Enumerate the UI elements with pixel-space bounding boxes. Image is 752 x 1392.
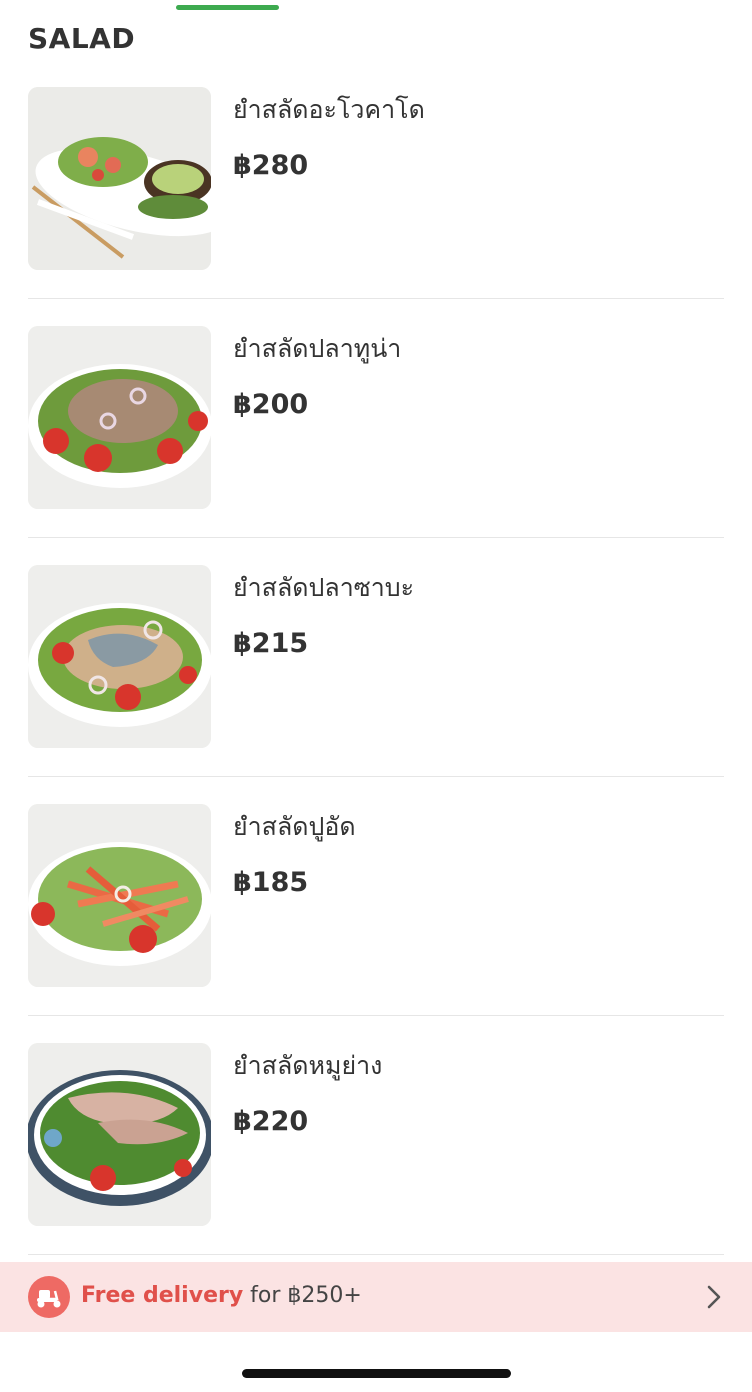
menu-item[interactable]: ยำสลัดปลาทูน่า ฿200 (0, 301, 752, 540)
dish-name: ยำสลัดปูอัด (233, 812, 356, 841)
menu-item[interactable]: ยำสลัดหมูย่าง ฿220 (0, 1018, 752, 1257)
home-indicator[interactable] (242, 1369, 511, 1378)
divider (28, 1254, 724, 1255)
dish-image (28, 87, 211, 270)
divider (28, 1015, 724, 1016)
dish-image (28, 1043, 211, 1226)
dish-price: ฿200 (233, 389, 309, 420)
free-delivery-banner[interactable]: Free delivery for ฿250+ (0, 1262, 752, 1332)
dish-image (28, 326, 211, 509)
dish-name: ยำสลัดปลาซาบะ (233, 573, 415, 602)
menu-item[interactable]: ยำสลัดปูอัด ฿185 (0, 779, 752, 1018)
dish-price: ฿220 (233, 1106, 309, 1137)
promo-highlight: Free delivery (81, 1283, 244, 1308)
section-title: SALAD (28, 22, 136, 55)
dish-price: ฿280 (233, 150, 309, 181)
dish-name: ยำสลัดหมูย่าง (233, 1051, 383, 1080)
divider (28, 537, 724, 538)
dish-price: ฿215 (233, 628, 309, 659)
divider (28, 776, 724, 777)
dish-name: ยำสลัดอะโวคาโด (233, 95, 425, 124)
menu-page: SALAD ยำสลัดอะโวคาโด ฿280 ยำสลัดปลาทูน่า… (0, 0, 752, 1392)
dish-image (28, 565, 211, 748)
dish-price: ฿185 (233, 867, 309, 898)
dish-name: ยำสลัดปลาทูน่า (233, 334, 402, 363)
menu-list: ยำสลัดอะโวคาโด ฿280 ยำสลัดปลาทูน่า ฿200 … (0, 62, 752, 1257)
menu-item[interactable]: ยำสลัดปลาซาบะ ฿215 (0, 540, 752, 779)
promo-condition: for ฿250+ (243, 1283, 362, 1308)
divider (28, 298, 724, 299)
promo-text: Free delivery for ฿250+ (81, 1283, 362, 1308)
dish-image (28, 804, 211, 987)
chevron-right-icon (706, 1284, 722, 1314)
scooter-icon (28, 1276, 70, 1318)
active-tab-indicator (176, 5, 279, 10)
menu-item[interactable]: ยำสลัดอะโวคาโด ฿280 (0, 62, 752, 301)
